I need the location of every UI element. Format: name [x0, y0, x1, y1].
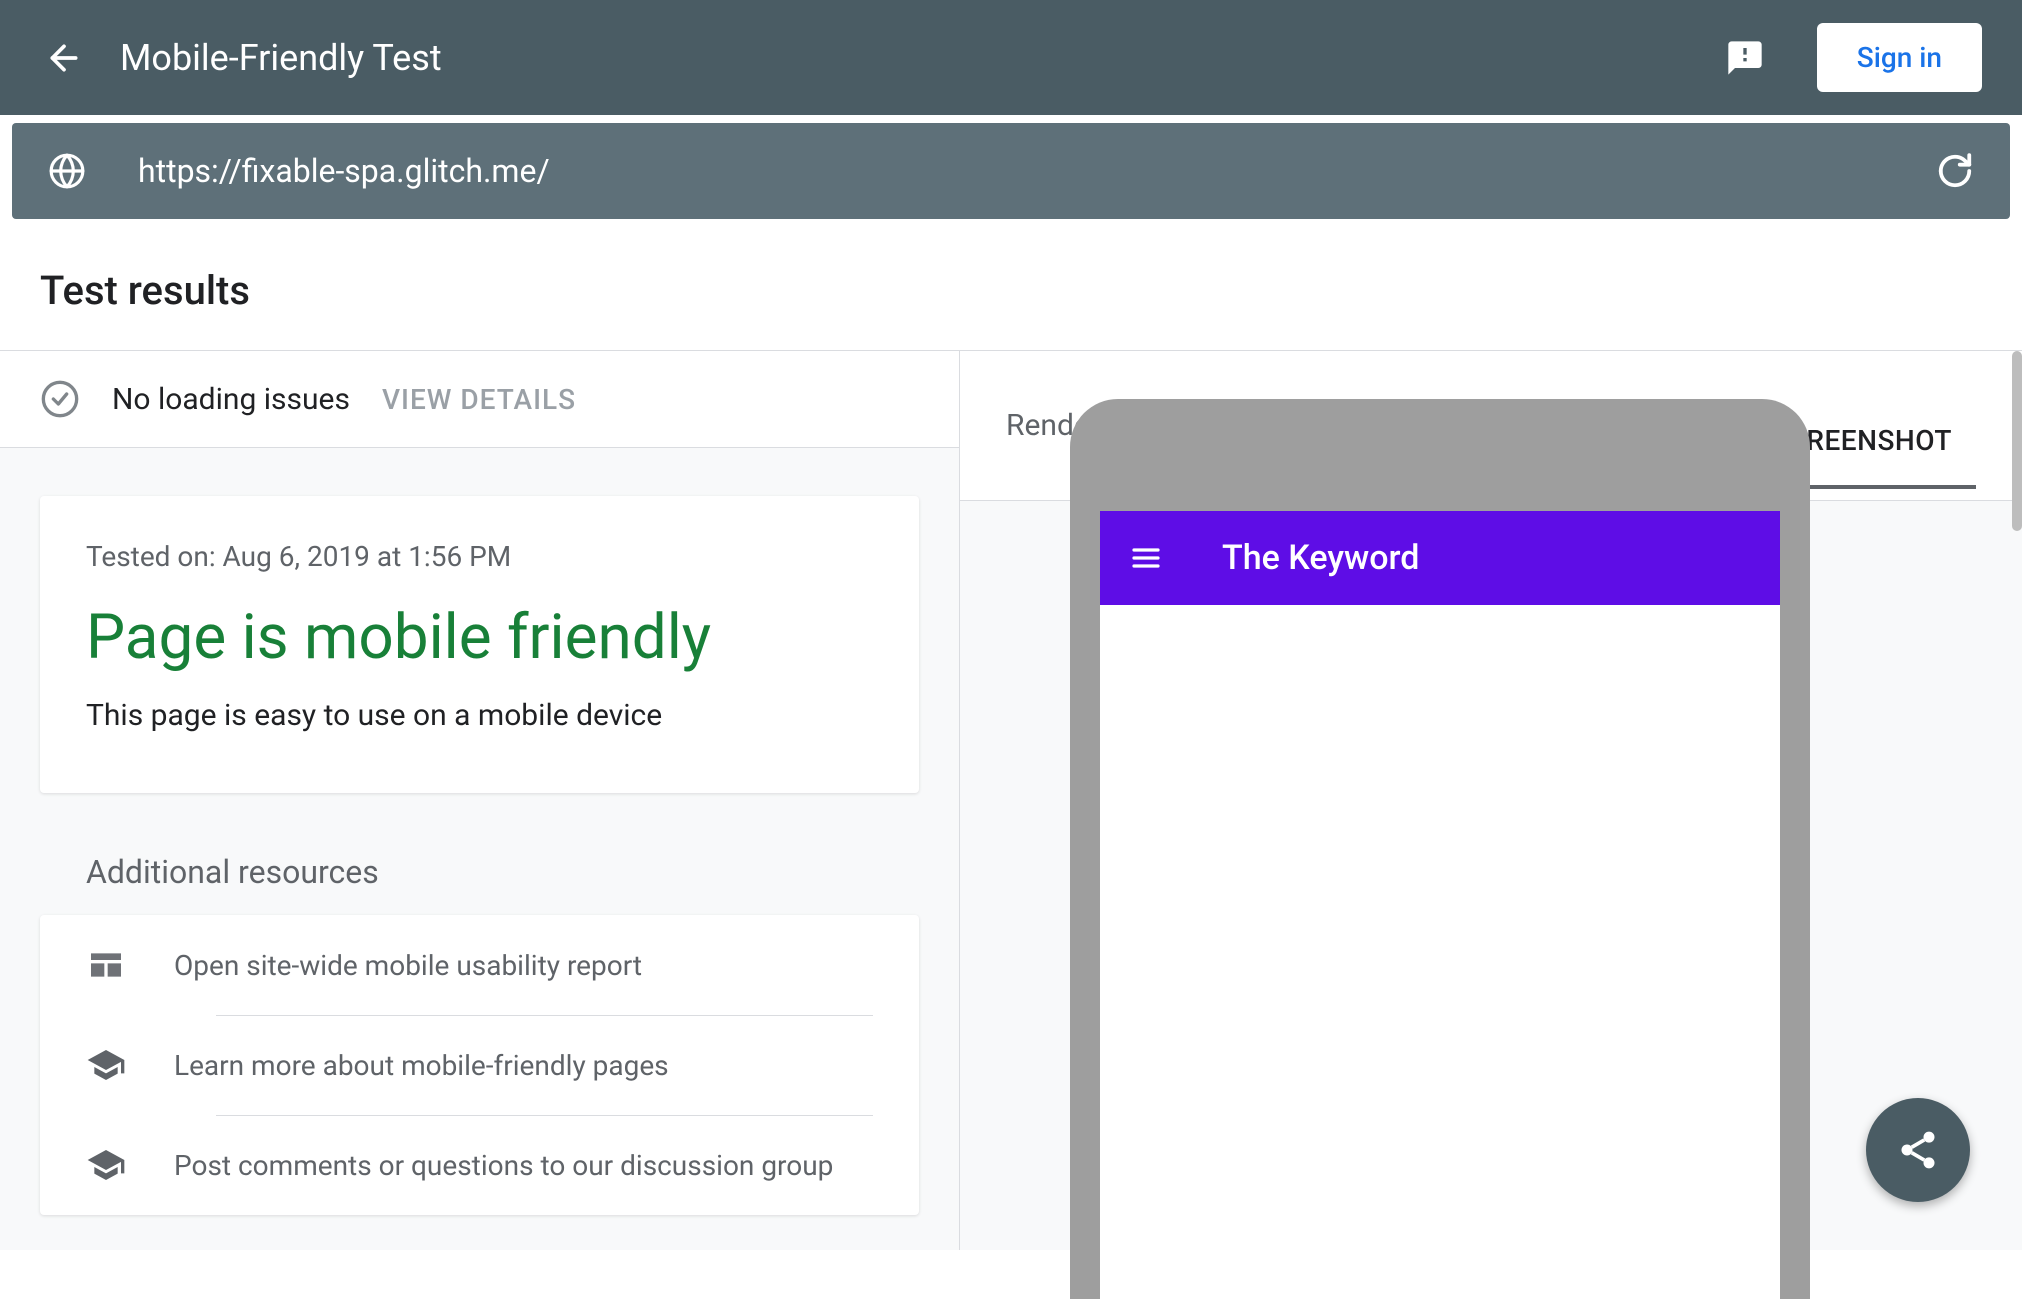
school-icon	[86, 1045, 126, 1085]
resource-label: Post comments or questions to our discus…	[174, 1149, 833, 1182]
phone-title: The Keyword	[1222, 538, 1419, 578]
tested-url: https://fixable-spa.glitch.me/	[138, 152, 1884, 190]
section-title: Test results	[0, 229, 2022, 351]
resources-heading: Additional resources	[86, 853, 919, 891]
phone-mockup: The Keyword	[1070, 399, 1810, 1299]
loading-status-row: No loading issues VIEW DETAILS	[0, 351, 959, 448]
scrollbar[interactable]	[2012, 351, 2022, 531]
hamburger-icon	[1130, 542, 1162, 574]
verdict-subtext: This page is easy to use on a mobile dev…	[86, 698, 873, 733]
signin-button[interactable]: Sign in	[1817, 23, 1982, 92]
resource-label: Learn more about mobile-friendly pages	[174, 1049, 669, 1082]
reload-icon[interactable]	[1936, 152, 1974, 190]
verdict-heading: Page is mobile friendly	[86, 601, 873, 674]
school-icon	[86, 1145, 126, 1185]
phone-screen: The Keyword	[1100, 511, 1780, 1299]
resource-item[interactable]: Open site-wide mobile usability report	[40, 915, 919, 1015]
url-bar[interactable]: https://fixable-spa.glitch.me/	[12, 123, 2010, 219]
app-header: Mobile-Friendly Test Sign in	[0, 0, 2022, 115]
browser-icon	[86, 945, 126, 985]
preview-column: Rendered page HTML SCREENSHOT The Keywor…	[960, 351, 2022, 1250]
resources-card: Open site-wide mobile usability report L…	[40, 915, 919, 1215]
resource-item[interactable]: Post comments or questions to our discus…	[40, 1115, 919, 1215]
globe-icon	[48, 152, 86, 190]
app-title: Mobile-Friendly Test	[120, 37, 1693, 79]
share-button[interactable]	[1866, 1098, 1970, 1202]
phone-header: The Keyword	[1100, 511, 1780, 605]
resource-label: Open site-wide mobile usability report	[174, 949, 642, 982]
view-details-link[interactable]: VIEW DETAILS	[382, 383, 576, 416]
feedback-icon[interactable]	[1725, 38, 1765, 78]
result-card: Tested on: Aug 6, 2019 at 1:56 PM Page i…	[40, 496, 919, 793]
results-column: No loading issues VIEW DETAILS Tested on…	[0, 351, 960, 1250]
check-circle-icon	[40, 379, 80, 419]
loading-status-text: No loading issues	[112, 382, 350, 417]
resource-item[interactable]: Learn more about mobile-friendly pages	[40, 1015, 919, 1115]
back-arrow-icon[interactable]	[40, 34, 88, 82]
tested-on-text: Tested on: Aug 6, 2019 at 1:56 PM	[86, 540, 873, 573]
